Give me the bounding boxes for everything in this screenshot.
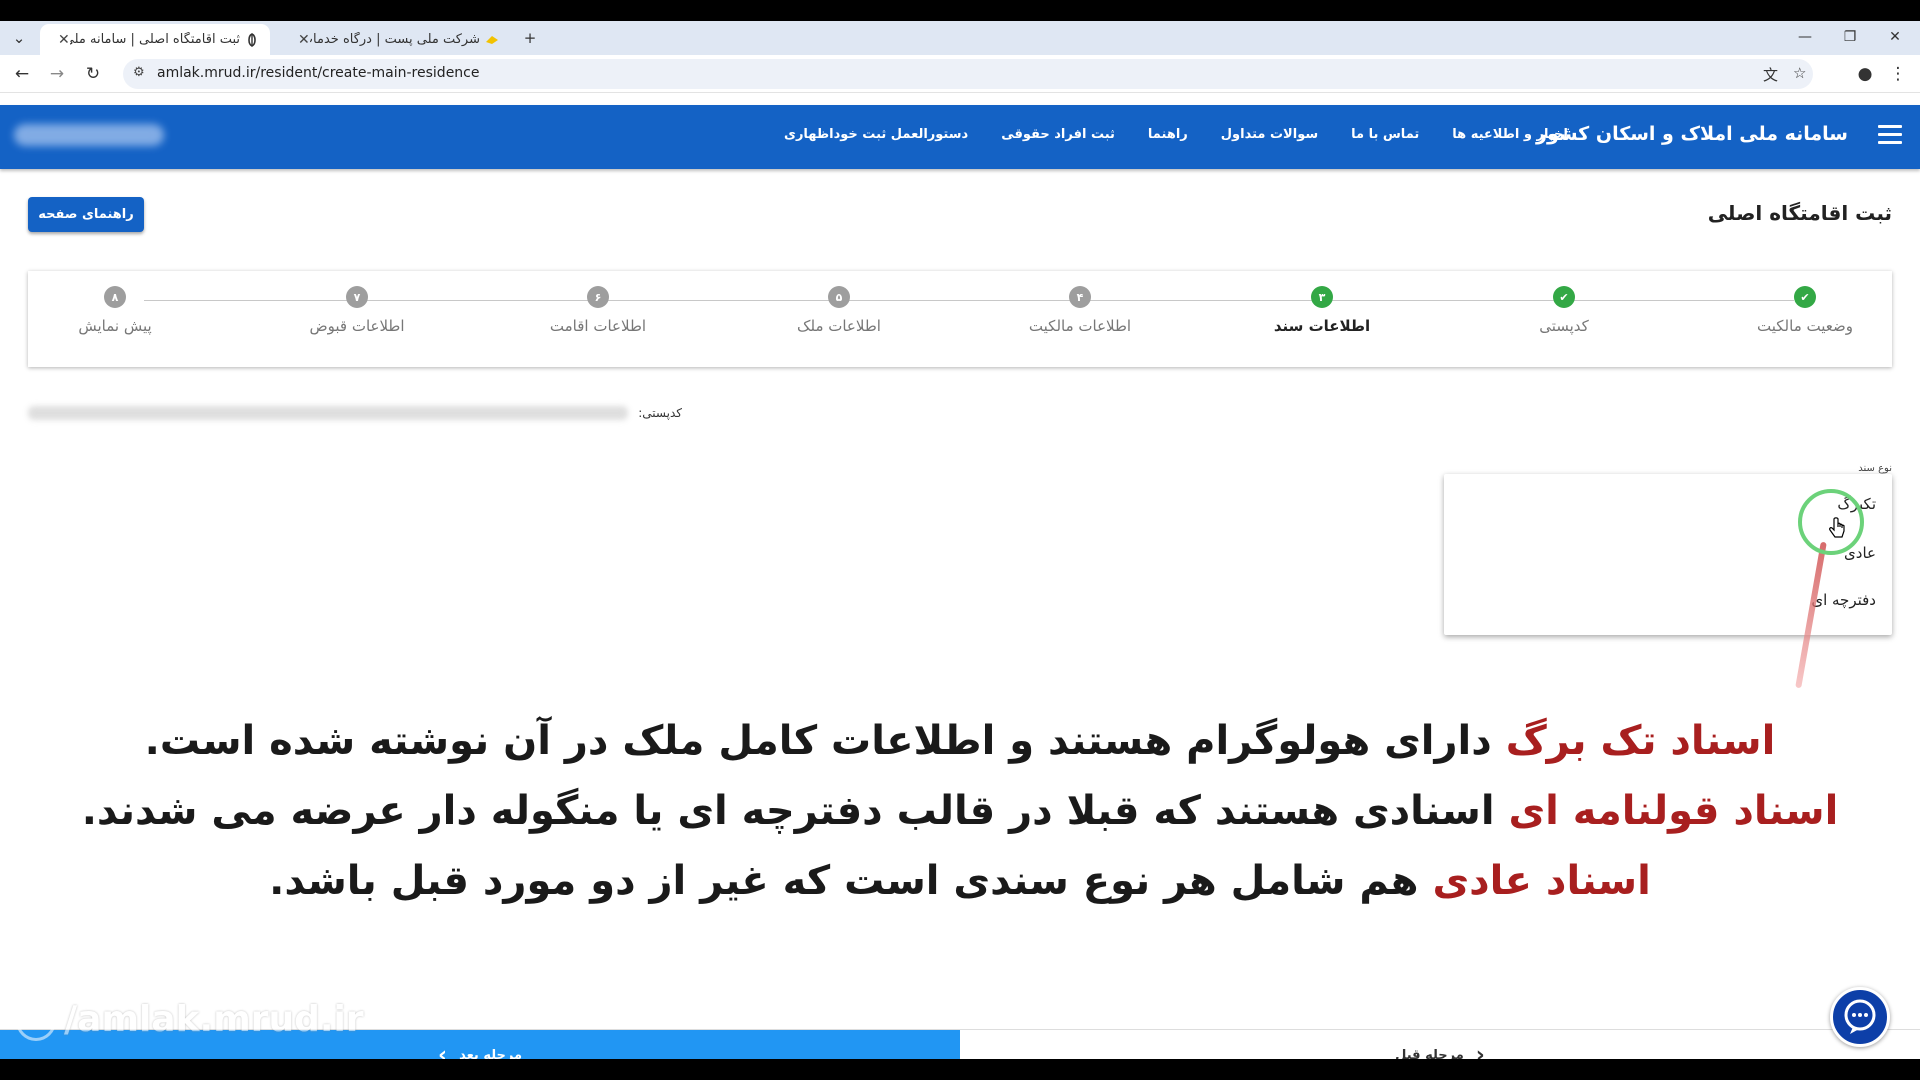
step-number: ۸ (104, 286, 126, 308)
step-preview[interactable]: ۸ پیش نمایش (15, 286, 215, 335)
step-label: اطلاعات قبوض (309, 317, 405, 335)
tab-close-icon[interactable]: ✕ (298, 32, 310, 48)
step-property-info[interactable]: ۵ اطلاعات ملک (739, 286, 939, 335)
postal-code-value-blurred (28, 406, 628, 420)
caption-highlight: اسناد عادی (1432, 858, 1651, 904)
new-tab-button[interactable]: + (519, 27, 541, 49)
main-menu: اخبار و اطلاعیه ها تماس با ما سوالات متد… (784, 127, 1568, 142)
chevron-right-icon: › (1475, 1042, 1485, 1060)
watermark: /amlak.mrud.ir (16, 999, 364, 1041)
page-help-button[interactable]: راهنمای صفحه (28, 197, 144, 232)
tab-title: شرکت ملی پست | درگاه خدمات ا (309, 32, 480, 47)
tab-title: ثبت اقامتگاه اصلی | سامانه ملی (69, 32, 240, 47)
menu-item-contact[interactable]: تماس با ما (1351, 127, 1419, 142)
profile-icon[interactable]: ● (1852, 62, 1878, 86)
address-bar[interactable]: ⚙ amlak.mrud.ir/resident/create-main-res… (123, 59, 1813, 89)
step-label: اطلاعات اقامت (549, 317, 647, 335)
browser-window: ⌄ ثبت اقامتگاه اصلی | سامانه ملی ✕ شرکت … (0, 21, 1920, 1059)
previous-step-button[interactable]: مرحله قبل › (960, 1030, 1920, 1060)
watermark-text: /amlak.mrud.ir (64, 999, 364, 1040)
step-number: ۴ (1069, 286, 1091, 308)
tab-main-residence[interactable]: ثبت اقامتگاه اصلی | سامانه ملی ✕ (40, 24, 270, 55)
step-number: ۳ (1311, 286, 1333, 308)
step-document-info[interactable]: ۳ اطلاعات سند (1222, 286, 1422, 335)
chat-bubble-icon (1844, 999, 1876, 1034)
step-ownership-info[interactable]: ۴ اطلاعات مالکیت (980, 286, 1180, 335)
site-settings-icon[interactable]: ⚙ (133, 65, 145, 80)
step-label: اطلاعات مالکیت (1028, 317, 1132, 335)
step-number: ۵ (828, 286, 850, 308)
page-title: ثبت اقامتگاه اصلی (1707, 201, 1892, 225)
postal-code-label: کدپستی: (638, 406, 682, 420)
caption-text: دارای هولوگرام هستند و اطلاعات کامل ملک … (144, 718, 1506, 764)
step-label: کدپستی (1539, 317, 1589, 335)
check-icon: ✔ (1553, 286, 1575, 308)
step-ownership-status[interactable]: ✔ وضعیت مالکیت (1705, 286, 1905, 335)
menu-item-faq[interactable]: سوالات متداول (1221, 127, 1318, 142)
option-booklet[interactable]: دفترچه ای (1811, 591, 1876, 609)
back-button[interactable]: ← (9, 62, 35, 86)
doc-type-label: نوع سند (1858, 463, 1892, 474)
step-residence-info[interactable]: ۶ اطلاعات اقامت (498, 286, 698, 335)
tab-close-icon[interactable]: ✕ (58, 32, 70, 48)
url-text[interactable]: amlak.mrud.ir/resident/create-main-resid… (157, 65, 480, 81)
site-header: سامانه ملی املاک و اسکان کشور اخبار و اط… (0, 105, 1920, 169)
minimize-button[interactable]: — (1785, 25, 1825, 49)
caption-highlight: اسناد قولنامه ای (1508, 788, 1839, 834)
caption-text: اسنادی هستند که قبلا در قالب دفترچه ای ی… (81, 788, 1509, 834)
chat-support-button[interactable] (1830, 987, 1890, 1047)
step-label: وضعیت مالکیت (1757, 317, 1853, 335)
search-tabs-button[interactable]: ⌄ (8, 27, 30, 49)
post-logo-icon (484, 32, 500, 48)
step-bills-info[interactable]: ۷ اطلاعات قبوض (257, 286, 457, 335)
watermark-logo-icon (16, 1001, 56, 1041)
restore-button[interactable]: ❐ (1830, 25, 1870, 49)
translate-icon[interactable]: 文 (1763, 64, 1778, 85)
stepper: ✔ وضعیت مالکیت ✔ کدپستی ۳ اطلاعات سند ۴ … (28, 271, 1892, 367)
caption-text: هم شامل هر نوع سندی است که غیر از دو مور… (269, 858, 1433, 904)
tab-post-company[interactable]: شرکت ملی پست | درگاه خدمات ا ✕ (280, 24, 510, 55)
next-label: مرحله بعد (459, 1047, 523, 1060)
forward-button[interactable]: → (44, 62, 70, 86)
step-number: ۶ (587, 286, 609, 308)
emblem-icon (244, 32, 260, 48)
menu-item-instructions[interactable]: دستورالعمل ثبت خوداظهاری (784, 127, 968, 142)
site-brand[interactable]: سامانه ملی املاک و اسکان کشور (1536, 123, 1848, 145)
step-label: اطلاعات ملک (797, 317, 881, 335)
menu-item-guide[interactable]: راهنما (1148, 127, 1188, 142)
user-name-blurred[interactable] (14, 124, 164, 146)
step-postal-code[interactable]: ✔ کدپستی (1464, 286, 1664, 335)
check-icon: ✔ (1794, 286, 1816, 308)
screen: ⌄ ثبت اقامتگاه اصلی | سامانه ملی ✕ شرکت … (0, 0, 1920, 1080)
close-window-button[interactable]: ✕ (1875, 25, 1915, 49)
step-label: پیش نمایش (78, 317, 152, 335)
caption-line-3: اسناد عادی هم شامل هر نوع سندی است که غی… (0, 858, 1920, 904)
chevron-left-icon: ‹ (437, 1042, 448, 1060)
caption-highlight: اسناد تک برگ (1505, 718, 1776, 764)
hand-cursor-icon (1828, 517, 1846, 541)
menu-kebab-icon[interactable]: ⋮ (1885, 62, 1911, 86)
prev-label: مرحله قبل (1395, 1047, 1464, 1060)
step-label: اطلاعات سند (1273, 317, 1371, 335)
menu-item-legal-entities[interactable]: ثبت افراد حقوقی (1001, 127, 1115, 142)
tab-strip: ⌄ ثبت اقامتگاه اصلی | سامانه ملی ✕ شرکت … (0, 21, 1920, 55)
caption-line-1: اسناد تک برگ دارای هولوگرام هستند و اطلا… (0, 718, 1920, 764)
bookmark-star-icon[interactable]: ☆ (1793, 64, 1806, 82)
browser-toolbar: ← → ↻ ⚙ amlak.mrud.ir/resident/create-ma… (0, 55, 1920, 93)
step-number: ۷ (346, 286, 368, 308)
reload-button[interactable]: ↻ (80, 62, 106, 86)
hamburger-menu-icon[interactable] (1878, 125, 1902, 145)
caption-line-2: اسناد قولنامه ای اسنادی هستند که قبلا در… (0, 788, 1920, 834)
menu-item-news[interactable]: اخبار و اطلاعیه ها (1452, 127, 1568, 142)
